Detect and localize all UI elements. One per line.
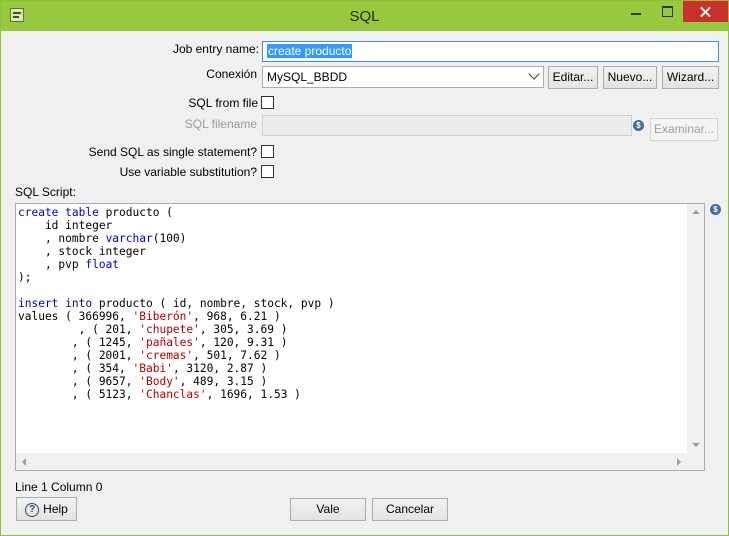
help-button-label: Help [43, 502, 68, 516]
code-text: , ( 354, [18, 362, 133, 375]
job-entry-name-label: Job entry name: [172, 42, 259, 56]
sql-string: 'cremas' [139, 349, 194, 362]
code-text: , 3120, 2.87 ) [172, 362, 268, 375]
help-button[interactable]: ? Help [16, 497, 77, 521]
code-line: ); [18, 271, 335, 284]
examinar-button[interactable]: Examinar... [650, 118, 718, 141]
code-text: , 489, 3.15 ) [179, 375, 268, 388]
wizard-button[interactable]: Wizard... [662, 66, 719, 89]
sql-filename-label: SQL filename [184, 117, 257, 131]
minimize-button[interactable] [621, 1, 651, 22]
code-line: , stock integer [18, 245, 335, 258]
code-text: , 1696, 1.53 ) [206, 388, 301, 401]
code-line: , ( 201, 'chupete', 305, 3.69 ) [18, 323, 335, 336]
scroll-down-icon[interactable] [692, 443, 700, 447]
code-line: , ( 9657, 'Body', 489, 3.15 ) [18, 375, 335, 388]
close-button[interactable] [683, 1, 728, 22]
scroll-right-icon[interactable] [677, 458, 681, 466]
variable-icon[interactable]: $ [633, 120, 644, 131]
code-text: , pvp [18, 258, 86, 271]
cursor-position-status: Line 1 Column 0 [15, 480, 103, 494]
sql-string: 'Body' [139, 375, 180, 388]
code-line: values ( 366996, 'Biberón', 968, 6.21 ) [18, 310, 335, 323]
code-line: , ( 354, 'Babi', 3120, 2.87 ) [18, 362, 335, 375]
sql-string: 'Biberón' [132, 310, 194, 323]
code-line: , pvp float [18, 258, 335, 271]
sql-string: 'pañales' [139, 336, 200, 349]
sql-keyword: create table [18, 206, 99, 219]
code-text: producto ( id, nombre, stock, pvp ) [92, 297, 335, 310]
code-text: , 501, 7.62 ) [193, 349, 281, 362]
scroll-left-icon[interactable] [22, 458, 26, 466]
code-line: insert into producto ( id, nombre, stock… [18, 297, 335, 310]
chevron-down-icon [528, 68, 540, 80]
sql-from-file-label: SQL from file [188, 96, 258, 110]
vale-button[interactable]: Vale [290, 498, 366, 521]
code-line: , ( 2001, 'cremas', 501, 7.62 ) [18, 349, 335, 362]
variable-substitution-checkbox[interactable] [261, 165, 274, 178]
sql-script-code[interactable]: create table producto ( id integer , nom… [18, 206, 335, 401]
code-text: , ( 2001, [18, 349, 140, 362]
dialog-body: Job entry name: create producto Conexión… [9, 31, 721, 529]
code-text: , 120, 9.31 ) [199, 336, 288, 349]
horizontal-scrollbar[interactable] [16, 453, 687, 470]
sql-dialog-window: SQL Job entry name: create producto Cone… [0, 0, 729, 536]
code-text: , ( 5123, [18, 388, 140, 401]
variable-substitution-label: Use variable substitution? [119, 165, 257, 179]
sql-string: 'chupete' [139, 323, 200, 336]
maximize-button[interactable] [652, 1, 682, 22]
sql-string: 'Chanclas' [139, 388, 207, 401]
title-bar[interactable]: SQL [1, 1, 728, 31]
code-text: , ( 1245, [18, 336, 140, 349]
sql-keyword: insert into [18, 297, 93, 310]
code-line: id integer [18, 219, 335, 232]
window-title: SQL [349, 8, 380, 25]
code-line: create table producto ( [18, 206, 335, 219]
job-entry-name-value: create producto [267, 44, 353, 58]
code-line: , ( 5123, 'Chanclas', 1696, 1.53 ) [18, 388, 335, 401]
sql-script-editor[interactable]: create table producto ( id integer , nom… [15, 203, 705, 471]
code-text: producto ( [98, 206, 173, 219]
code-line: , nombre varchar(100) [18, 232, 335, 245]
single-statement-checkbox[interactable] [261, 145, 274, 158]
code-text: , nombre [18, 232, 106, 245]
sql-string: 'Babi' [132, 362, 173, 375]
conexion-selected-value: MySQL_BBDD [267, 70, 348, 84]
code-text: , 968, 6.21 ) [193, 310, 281, 323]
scroll-up-icon[interactable] [692, 210, 700, 214]
sql-keyword: varchar [105, 232, 153, 245]
single-statement-label: Send SQL as single statement? [88, 145, 257, 159]
cancelar-button[interactable]: Cancelar [372, 498, 448, 521]
code-text: , stock integer [18, 245, 146, 258]
sql-script-label: SQL Script: [15, 185, 76, 199]
code-text: ); [18, 271, 32, 284]
code-text: id integer [18, 219, 113, 232]
code-text: values ( 366996, [18, 310, 133, 323]
sql-keyword: float [85, 258, 120, 271]
code-text: , ( 201, [18, 323, 140, 336]
code-text: , 305, 3.69 ) [199, 323, 288, 336]
nuevo-button[interactable]: Nuevo... [603, 66, 657, 89]
code-text: , ( 9657, [18, 375, 140, 388]
vertical-scrollbar[interactable] [687, 204, 704, 454]
code-line: , ( 1245, 'pañales', 120, 9.31 ) [18, 336, 335, 349]
scrollbar-corner [687, 453, 704, 470]
help-icon: ? [25, 502, 40, 517]
variable-icon[interactable]: $ [710, 204, 721, 215]
conexion-select[interactable]: MySQL_BBDD [262, 66, 544, 88]
sql-filename-input[interactable] [262, 115, 632, 136]
conexion-label: Conexión [206, 67, 257, 81]
editar-button[interactable]: Editar... [548, 66, 598, 89]
job-entry-name-input[interactable]: create producto [262, 41, 719, 62]
sql-from-file-checkbox[interactable] [261, 96, 274, 109]
code-text: (100) [152, 232, 187, 245]
